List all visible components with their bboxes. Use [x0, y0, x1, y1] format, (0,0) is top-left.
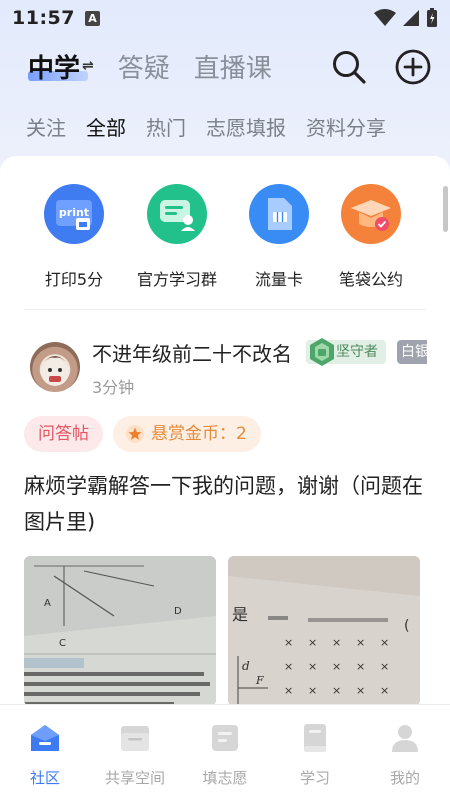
tab-profile[interactable]: 我的	[360, 705, 450, 800]
subtab-follow[interactable]: 关注	[26, 112, 66, 141]
quick-link-print[interactable]: print 打印5分	[24, 184, 124, 290]
status-time: 11:57	[12, 7, 75, 29]
avatar[interactable]	[30, 342, 80, 392]
svg-text:×: ×	[380, 684, 389, 697]
quick-link-label: 官方学习群	[136, 270, 217, 289]
svg-text:(: (	[404, 618, 409, 634]
quick-link-label: 打印5分	[44, 270, 104, 289]
signal-icon	[403, 10, 419, 26]
top-nav: 中学 ⇌ 答疑 直播课	[0, 44, 450, 88]
qa-post-tag[interactable]: 问答帖	[24, 416, 103, 452]
post-header: 不进年级前二十不改名 坚守者 白银 3分钟	[30, 338, 430, 402]
svg-text:C: C	[59, 638, 66, 649]
print-icon: print	[44, 184, 104, 244]
user-icon	[392, 725, 418, 752]
svg-text:×: ×	[284, 660, 293, 673]
svg-text:×: ×	[332, 660, 341, 673]
book-icon	[304, 724, 326, 752]
search-icon	[333, 51, 366, 84]
reward-tag[interactable]: 悬赏金币：2	[113, 416, 261, 452]
tab-community[interactable]: 社区	[0, 705, 90, 800]
subtab-all[interactable]: 全部	[86, 112, 126, 141]
feed-card: print 打印5分 官方学习群 流量卡 笔袋公约 不进年级前二十不改名 坚守者…	[0, 156, 450, 704]
tab-label: 社区	[29, 769, 60, 787]
svg-text:D: D	[174, 606, 182, 617]
wifi-icon	[374, 9, 396, 26]
quick-link-label: 流量卡	[254, 270, 303, 289]
scrollbar-thumb[interactable]	[443, 186, 448, 232]
quick-link-pencil-case[interactable]: 笔袋公约	[321, 184, 421, 290]
post-image[interactable]: A D C	[24, 556, 216, 704]
tab-middle-school[interactable]: 中学 ⇌	[28, 48, 94, 85]
tab-label: 填志愿	[202, 769, 248, 787]
chat-group-icon	[147, 184, 207, 244]
subtab-resources[interactable]: 资料分享	[306, 112, 386, 141]
svg-text:×: ×	[284, 684, 293, 697]
level-badge: 坚守者	[306, 338, 386, 366]
post-tags: 问答帖 悬赏金币：2	[24, 416, 261, 452]
svg-text:×: ×	[332, 636, 341, 649]
sim-card-icon	[249, 184, 309, 244]
battery-icon	[427, 8, 437, 27]
divider	[24, 309, 426, 310]
tab-live-class[interactable]: 直播课	[194, 48, 272, 85]
svg-text:×: ×	[380, 660, 389, 673]
svg-text:×: ×	[332, 684, 341, 697]
swap-icon[interactable]: ⇌	[82, 58, 94, 74]
star-coin-icon	[126, 425, 144, 443]
tab-label: 学习	[299, 769, 330, 787]
svg-text:×: ×	[356, 660, 365, 673]
tab-shared-space[interactable]: 共享空间	[90, 705, 180, 800]
shield-badge-icon	[310, 338, 334, 366]
status-bar: 11:57 A	[0, 0, 450, 36]
svg-text:×: ×	[308, 636, 317, 649]
home-icon	[31, 725, 59, 751]
notification-icon: A	[84, 10, 100, 26]
svg-text:×: ×	[356, 636, 365, 649]
post-username[interactable]: 不进年级前二十不改名	[92, 338, 292, 367]
document-icon	[212, 725, 238, 751]
reward-tag-label: 悬赏金币：2	[151, 424, 247, 444]
post-title[interactable]: 麻烦学霸解答一下我的问题，谢谢（问题在图片里)	[24, 468, 424, 540]
svg-text:×: ×	[308, 684, 317, 697]
sub-nav: 关注 全部 热门 志愿填报 资料分享	[0, 108, 450, 144]
subtab-hot[interactable]: 热门	[146, 112, 186, 141]
quick-link-label: 笔袋公约	[338, 270, 403, 289]
folder-icon	[121, 726, 149, 751]
quick-link-study-group[interactable]: 官方学习群	[127, 184, 227, 290]
add-button[interactable]	[394, 48, 432, 86]
svg-text:print: print	[59, 206, 89, 219]
svg-text:A: A	[44, 598, 51, 609]
add-icon	[395, 49, 431, 85]
post-time: 3分钟	[92, 378, 135, 397]
post-image[interactable]: 是 × × × × × × × × × × × × × × × d F (	[228, 556, 420, 704]
search-button[interactable]	[330, 48, 368, 86]
quick-link-data-card[interactable]: 流量卡	[229, 184, 329, 290]
tab-label: 我的	[389, 769, 420, 787]
svg-text:是: 是	[232, 605, 248, 624]
rank-badge: 白银	[397, 340, 427, 364]
svg-text:×: ×	[308, 660, 317, 673]
svg-text:d: d	[242, 659, 250, 673]
tab-label: 共享空间	[104, 769, 165, 787]
tab-qa[interactable]: 答疑	[118, 48, 170, 85]
svg-text:×: ×	[380, 636, 389, 649]
svg-text:×: ×	[284, 636, 293, 649]
tab-label: 中学	[28, 53, 81, 84]
svg-text:×: ×	[356, 684, 365, 697]
bottom-tab-bar: 社区 共享空间 填志愿 学习 我的	[0, 704, 450, 800]
svg-text:F: F	[255, 674, 264, 687]
graduation-cap-icon	[341, 184, 401, 244]
tab-study[interactable]: 学习	[270, 705, 360, 800]
tab-fill-application[interactable]: 填志愿	[180, 705, 270, 800]
subtab-application[interactable]: 志愿填报	[206, 112, 286, 141]
level-badge-label: 坚守者	[336, 344, 378, 360]
